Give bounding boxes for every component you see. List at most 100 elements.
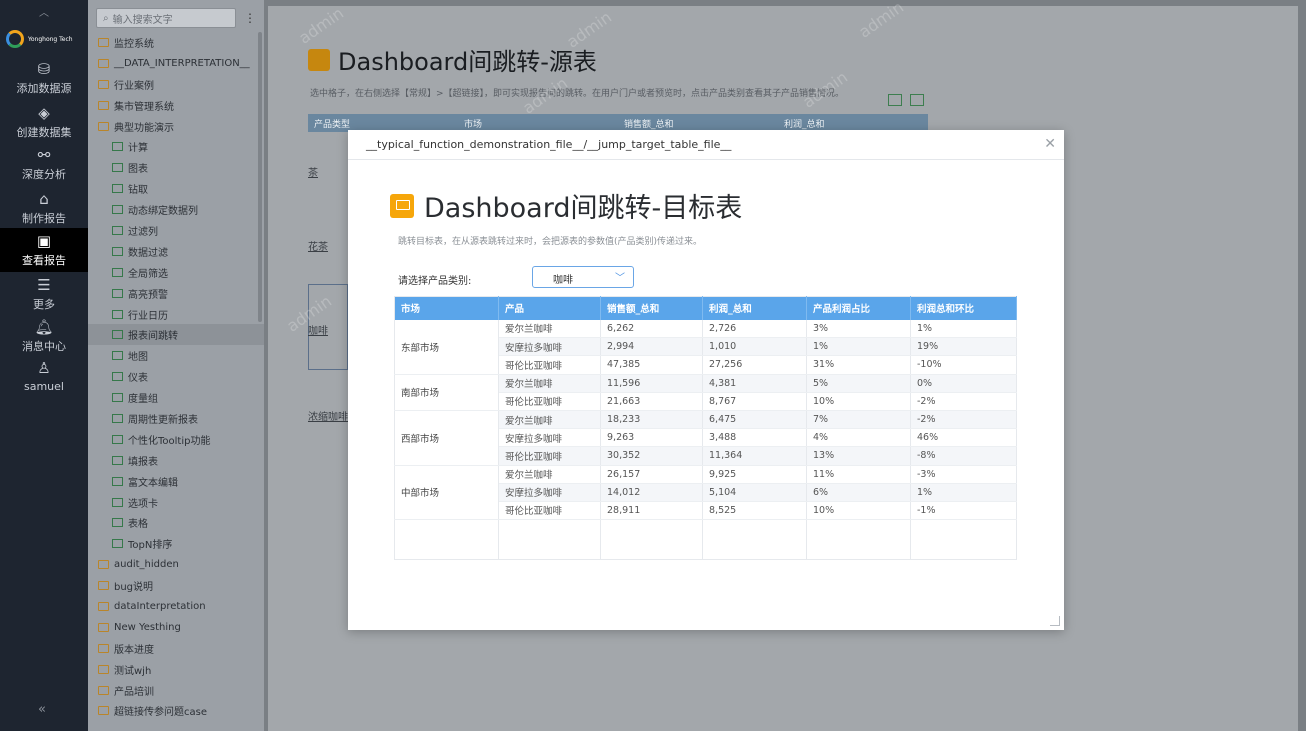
report-icon	[112, 246, 123, 256]
tree-report[interactable]: 数据过滤	[88, 241, 264, 262]
resize-handle[interactable]	[1050, 616, 1060, 626]
menu-icon: ☰	[37, 275, 51, 294]
table-cell: 11,364	[702, 446, 807, 466]
table-cell: 爱尔兰咖啡	[498, 410, 601, 430]
tree-item-label: 集市管理系统	[114, 101, 174, 113]
column-header[interactable]: 产品	[498, 296, 601, 320]
close-icon[interactable]: ✕	[1044, 136, 1056, 152]
more-vertical-icon[interactable]: ⋮	[243, 8, 257, 28]
tree-folder[interactable]: 行业案例	[88, 74, 264, 95]
nav-label: 消息中心	[22, 340, 66, 353]
tree-report[interactable]: 仪表	[88, 366, 264, 387]
nav-label: 制作报告	[22, 212, 66, 225]
logo-text: Yonghong Tech	[28, 35, 73, 43]
nav-build-report[interactable]: ⌂ 制作报告	[0, 186, 88, 230]
tree-folder[interactable]: bug说明	[88, 575, 264, 596]
tree-item-label: 仪表	[128, 373, 148, 385]
table-row: 东部市场 爱尔兰咖啡 6,262 2,726 3% 1%	[394, 319, 1017, 375]
product-category-select[interactable]: 咖啡 ﹀	[532, 266, 634, 288]
tree-folder[interactable]: 产品培训	[88, 680, 264, 701]
tree-report[interactable]: 个性化Tooltip功能	[88, 429, 264, 450]
table-row: 中部市场 爱尔兰咖啡 26,157 9,925 11% -3%	[394, 465, 1017, 521]
report-tree-panel: ⌕ 输入搜索文字 ⋮ 监控系统 __DATA_INTERPRETATION__ 行业…	[88, 0, 264, 731]
chevron-up-icon[interactable]: ︿	[36, 4, 52, 19]
tree-folder[interactable]: New Yesthing	[88, 617, 264, 638]
table-cell: 4%	[806, 428, 911, 448]
table-row: 西部市场 爱尔兰咖啡 18,233 6,475 7% -2%	[394, 410, 1017, 466]
nav-deep-analysis[interactable]: ⚯ 深度分析	[0, 142, 88, 186]
tree-item-label: 测试wjh	[114, 665, 152, 677]
tree-folder[interactable]: 集市管理系统	[88, 95, 264, 116]
folder-icon	[98, 121, 109, 131]
nav-add-datasource[interactable]: ⛁ 添加数据源	[0, 56, 88, 100]
source-cell-link[interactable]: 浓缩咖啡	[308, 408, 348, 423]
tree-folder[interactable]: dataInterpretation	[88, 596, 264, 617]
tree-report[interactable]: 动态绑定数据列	[88, 199, 264, 220]
nav-create-dataset[interactable]: ◈ 创建数据集	[0, 100, 88, 144]
tree-report[interactable]: 钻取	[88, 178, 264, 199]
table-cell: 1,010	[702, 337, 807, 357]
tree-report[interactable]: 选项卡	[88, 492, 264, 513]
tree-report[interactable]: 度量组	[88, 387, 264, 408]
tree-item-label: 产品培训	[114, 686, 154, 698]
table-cell: 1%	[910, 319, 1017, 339]
dialog-header: __typical_function_demonstration_file__/…	[348, 130, 1064, 160]
search-input[interactable]: ⌕ 输入搜索文字	[96, 8, 236, 28]
report-icon	[112, 267, 123, 277]
column-header[interactable]: 利润_总和	[702, 296, 807, 320]
tree-folder[interactable]: 监控系统	[88, 32, 264, 53]
empty-cell	[600, 519, 703, 561]
tree-item-label: 个性化Tooltip功能	[128, 435, 211, 447]
report-icon	[112, 539, 123, 549]
table-cell: 1%	[806, 337, 911, 357]
nav-user[interactable]: ♙ samuel	[0, 354, 88, 398]
nav-label: 创建数据集	[16, 126, 72, 139]
column-header[interactable]: 利润总和环比	[910, 296, 1017, 320]
search-placeholder: 输入搜索文字	[112, 14, 173, 26]
tree-scrollbar[interactable]	[258, 32, 262, 322]
tree-folder[interactable]: 超链接传参问题case	[88, 701, 264, 722]
tree-report[interactable]: 周期性更新报表	[88, 408, 264, 429]
table-cell: 18,233	[600, 410, 703, 430]
tree-report[interactable]: 计算	[88, 136, 264, 157]
nav-view-report[interactable]: ▣ 查看报告	[0, 228, 88, 272]
tree-report[interactable]: 过滤列	[88, 220, 264, 241]
search-icon: ⌕	[103, 12, 109, 24]
tree-report[interactable]: 图表	[88, 157, 264, 178]
tree-folder[interactable]: __DATA_INTERPRETATION__	[88, 53, 264, 74]
tree-report[interactable]: 报表间跳转	[88, 324, 264, 346]
tree-report[interactable]: 全局筛选	[88, 262, 264, 283]
chevron-down-icon: ﹀	[615, 273, 625, 284]
source-cell-link[interactable]: 茶	[308, 164, 318, 179]
tree-report[interactable]: 地图	[88, 345, 264, 366]
nav-more[interactable]: ☰ 更多	[0, 272, 88, 316]
table-cell: 安摩拉多咖啡	[498, 428, 601, 448]
tree-folder[interactable]: 版本进度	[88, 638, 264, 659]
nav-message-center[interactable]: 🔔︎ 消息中心	[0, 314, 88, 358]
column-header[interactable]: 销售额_总和	[600, 296, 703, 320]
column-header[interactable]: 产品利润占比	[806, 296, 911, 320]
market-cell: 中部市场	[394, 465, 499, 521]
folder-icon	[98, 706, 109, 716]
tree-report[interactable]: 填报表	[88, 450, 264, 471]
nav-label: 深度分析	[22, 168, 66, 181]
source-cell-link[interactable]: 花茶	[308, 238, 328, 253]
tree-folder[interactable]: audit_hidden	[88, 554, 264, 575]
tree-report[interactable]: 行业日历	[88, 304, 264, 325]
tree-report[interactable]: 富文本编辑	[88, 471, 264, 492]
report-icon	[112, 184, 123, 194]
column-header[interactable]: 市场	[394, 296, 499, 320]
tree-report[interactable]: 高亮预警	[88, 283, 264, 304]
report-icon	[112, 413, 123, 423]
tree-folder[interactable]: 测试wjh	[88, 659, 264, 680]
tree-report[interactable]: 表格	[88, 512, 264, 533]
tree-report[interactable]: TopN排序	[88, 533, 264, 554]
collapse-rail-button[interactable]: «	[38, 702, 46, 717]
nav-label: 查看报告	[22, 254, 66, 267]
source-cell-link[interactable]: 咖啡	[308, 322, 328, 337]
table-cell: 10%	[806, 501, 911, 521]
export-icon[interactable]	[888, 94, 902, 106]
tree-folder[interactable]: 典型功能演示	[88, 116, 264, 137]
list-icon[interactable]	[910, 94, 924, 106]
table-cell: 30,352	[600, 446, 703, 466]
